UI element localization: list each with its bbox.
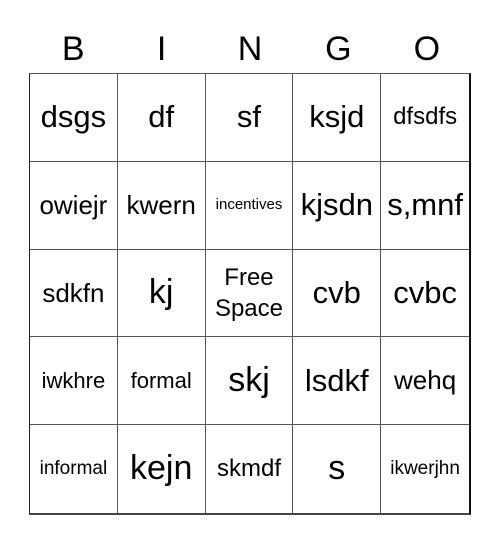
bingo-cell[interactable]: ikwerjhn (381, 425, 469, 513)
bingo-cell[interactable]: kwern (117, 161, 206, 250)
header-letter-n: N (237, 30, 263, 68)
bingo-cell[interactable]: owiejr (30, 161, 118, 250)
bingo-cell[interactable]: sf (205, 74, 294, 162)
bingo-cell[interactable]: kj (117, 249, 206, 338)
bingo-board: dsgs df sf ksjd dfsdfs owiejr kwern ince… (29, 73, 471, 515)
free-space-cell[interactable]: Free Space (205, 249, 294, 338)
bingo-cell[interactable]: cvb (293, 249, 382, 338)
bingo-cell[interactable]: dfsdfs (381, 74, 469, 162)
bingo-cell[interactable]: kjsdn (293, 161, 382, 250)
bingo-cell[interactable]: incentives (205, 161, 294, 250)
header-letter-o: O (413, 30, 441, 68)
bingo-cell[interactable]: cvbc (381, 250, 469, 338)
bingo-cell[interactable]: wehq (381, 337, 469, 426)
bingo-cell[interactable]: s,mnf (381, 162, 469, 250)
header-letter-g: G (325, 30, 352, 68)
bingo-cell[interactable]: iwkhre (30, 337, 118, 426)
bingo-cell[interactable]: dsgs (30, 74, 118, 162)
header-letter-b: B (61, 30, 85, 68)
bingo-cell[interactable]: skj (205, 337, 294, 426)
bingo-header: B I N G O (29, 26, 471, 72)
bingo-cell[interactable]: informal (30, 425, 118, 513)
bingo-cell[interactable]: s (293, 425, 382, 513)
bingo-cell[interactable]: lsdkf (293, 337, 382, 426)
free-space-line2: Space (214, 294, 284, 322)
bingo-cell[interactable]: formal (117, 337, 206, 426)
header-letter-i: I (156, 30, 167, 68)
free-space-line1: Free (224, 263, 274, 291)
bingo-cell[interactable]: skmdf (206, 425, 294, 513)
bingo-cell[interactable]: df (117, 74, 206, 162)
bingo-cell[interactable]: ksjd (293, 74, 382, 162)
bingo-cell[interactable]: sdkfn (30, 249, 118, 338)
bingo-cell[interactable]: kejn (118, 425, 206, 513)
